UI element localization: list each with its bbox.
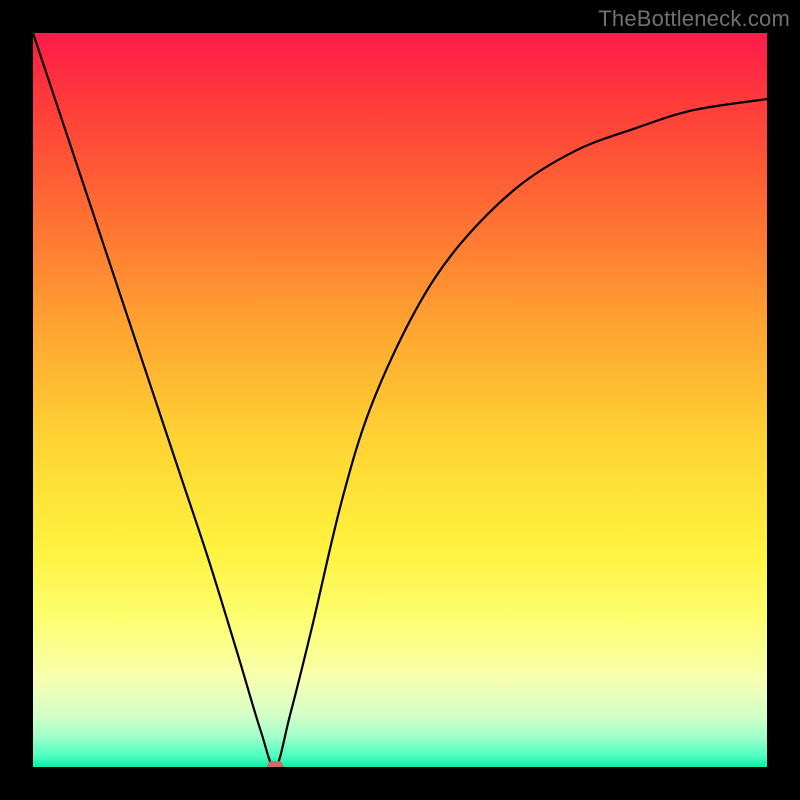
chart-svg	[33, 33, 767, 767]
watermark-text: TheBottleneck.com	[598, 6, 790, 32]
chart-frame: TheBottleneck.com	[0, 0, 800, 800]
chart-plot-area	[33, 33, 767, 767]
bottleneck-curve	[33, 33, 767, 767]
minimum-marker	[267, 761, 283, 767]
